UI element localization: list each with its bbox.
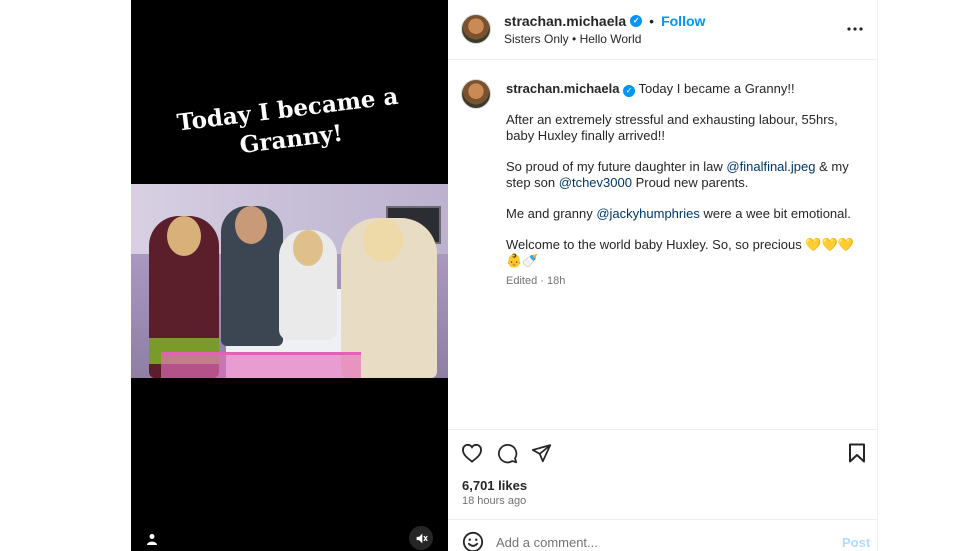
- verified-badge-icon: ✓: [630, 15, 643, 27]
- header-separator: •: [649, 13, 655, 29]
- tagged-people-button[interactable]: [141, 528, 163, 550]
- caption-headline: Today I became a Granny!!: [638, 81, 795, 96]
- bassinet: [161, 352, 361, 378]
- username-link[interactable]: strachan.michaela: [504, 13, 626, 29]
- audio-artist-link[interactable]: Sisters Only: [504, 32, 569, 46]
- caption-username-link[interactable]: strachan.michaela: [506, 81, 619, 96]
- media-overlay-title: Today I became a Granny!: [131, 61, 448, 189]
- comment-input[interactable]: [496, 533, 816, 551]
- edited-timestamp: Edited · 18h: [506, 275, 566, 287]
- like-button[interactable]: [460, 441, 484, 465]
- header-user-row: strachan.michaela ✓ • Follow: [504, 13, 705, 29]
- hospital-photo: [131, 184, 448, 378]
- caption-paragraph-4: Welcome to the world baby Huxley. So, so…: [506, 237, 854, 268]
- more-options-icon: [847, 27, 863, 31]
- person-man: [221, 206, 283, 346]
- follow-button[interactable]: Follow: [661, 13, 705, 29]
- emoji-picker-button[interactable]: [462, 531, 484, 551]
- emoji-icon: [462, 531, 484, 551]
- comment-bar: Post: [448, 519, 878, 551]
- caption-paragraph-3: Me and granny @jackyhumphries were a wee…: [506, 206, 851, 221]
- verified-badge-icon: ✓: [623, 85, 636, 97]
- post-media[interactable]: Today I became a Granny!: [131, 0, 448, 551]
- mention-link[interactable]: @tchev3000: [559, 175, 632, 190]
- mute-toggle-button[interactable]: [409, 526, 433, 550]
- caption-paragraph-2: So proud of my future daughter in law @f…: [506, 159, 849, 190]
- save-button[interactable]: [845, 441, 869, 465]
- avatar[interactable]: [461, 14, 491, 44]
- bookmark-icon: [849, 443, 865, 463]
- audio-title-link[interactable]: Hello World: [580, 32, 642, 46]
- mention-link[interactable]: @jackyhumphries: [596, 206, 700, 221]
- caption-avatar[interactable]: [461, 79, 491, 109]
- likes-count[interactable]: 6,701 likes: [462, 478, 527, 493]
- more-options-button[interactable]: [846, 20, 864, 38]
- audio-separator: •: [572, 32, 577, 46]
- action-bar: [448, 429, 878, 475]
- mention-link[interactable]: @finalfinal.jpeg: [726, 159, 815, 174]
- caption-paragraph-1: After an extremely stressful and exhaust…: [506, 112, 838, 143]
- person-mother: [279, 230, 337, 340]
- post-header: strachan.michaela ✓ • Follow Sisters Onl…: [448, 0, 878, 60]
- speaker-muted-icon: [416, 533, 428, 543]
- comment-icon: [497, 443, 517, 463]
- send-icon: [531, 444, 551, 463]
- post-time[interactable]: 18 hours ago: [462, 495, 526, 507]
- person-icon: [147, 534, 157, 545]
- post-sidebar: strachan.michaela ✓ • Follow Sisters Onl…: [448, 0, 878, 551]
- heart-icon: [461, 443, 483, 463]
- post-comment-button[interactable]: Post: [842, 535, 870, 550]
- audio-info: Sisters Only • Hello World: [504, 32, 641, 46]
- share-button[interactable]: [529, 441, 553, 465]
- post-caption: strachan.michaela ✓ Today I became a Gra…: [506, 81, 866, 289]
- comment-button[interactable]: [495, 441, 519, 465]
